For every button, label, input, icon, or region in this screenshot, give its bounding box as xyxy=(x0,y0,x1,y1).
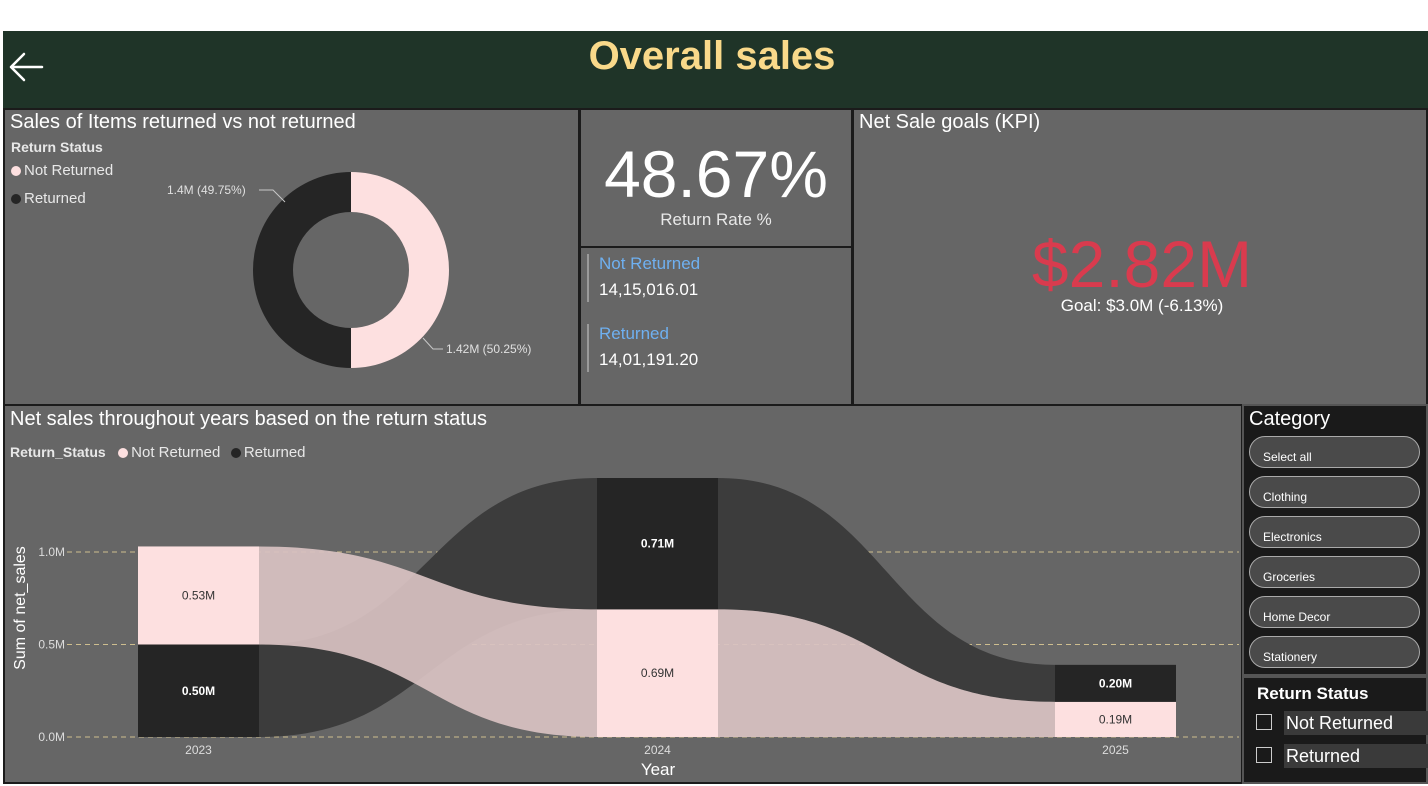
data-label: 0.69M xyxy=(641,666,674,680)
kpi-title: Net Sale goals (KPI) xyxy=(859,111,1041,133)
card-label-returned: Returned xyxy=(599,324,669,343)
donut-panel: Sales of Items returned vs not returned … xyxy=(3,108,580,406)
checkbox[interactable] xyxy=(1256,714,1272,730)
return-rate-card: 48.67% Return Rate % xyxy=(579,108,853,248)
kpi-panel: Net Sale goals (KPI) $2.82M Goal: $3.0M … xyxy=(852,108,1428,406)
data-label: 0.50M xyxy=(182,684,215,698)
category-option-clothing[interactable]: Clothing xyxy=(1249,476,1420,508)
donut-chart[interactable] xyxy=(5,110,578,404)
data-label: 0.19M xyxy=(1099,712,1132,726)
leader-line-returned xyxy=(259,189,286,203)
category-option-select-all[interactable]: Select all xyxy=(1249,436,1420,468)
return-status-slicer: Return Status Not Returned Returned xyxy=(1242,676,1428,784)
category-option-home-decor[interactable]: Home Decor xyxy=(1249,596,1420,628)
ribbon-panel: Net sales throughout years based on the … xyxy=(3,404,1243,784)
x-tick-label: 2024 xyxy=(644,743,671,757)
donut-slice-returned xyxy=(253,172,351,368)
y-tick-label: 0.0M xyxy=(38,730,65,744)
category-option-stationery[interactable]: Stationery xyxy=(1249,636,1420,668)
card-value-returned: 14,01,191.20 xyxy=(599,350,699,369)
checkbox[interactable] xyxy=(1256,747,1272,763)
donut-slice-not-returned xyxy=(351,172,449,368)
kpi-value: $2.82M xyxy=(1031,227,1253,301)
category-option-groceries[interactable]: Groceries xyxy=(1249,556,1420,588)
card-label-not-returned: Not Returned xyxy=(599,254,701,273)
leader-line-not-returned xyxy=(422,337,443,350)
card-accent-bar xyxy=(587,324,589,372)
x-tick-label: 2025 xyxy=(1102,743,1129,757)
return-rate-value: 48.67% xyxy=(604,137,828,211)
ribbon-chart[interactable]: 0.0M 0.5M 1.0M 0.50M 0.53M 2023 0.69M 0.71M 2024… xyxy=(5,406,1241,782)
donut-label-returned: 1.4M (49.75%) xyxy=(167,183,246,197)
return-status-option-label: Returned xyxy=(1284,744,1428,768)
y-tick-label: 1.0M xyxy=(38,545,65,559)
y-tick-label: 0.5M xyxy=(38,638,65,652)
data-label: 0.53M xyxy=(182,588,215,602)
category-option-electronics[interactable]: Electronics xyxy=(1249,516,1420,548)
y-axis-title: Sum of net_sales xyxy=(12,546,29,670)
return-status-option-returned[interactable]: Returned xyxy=(1256,744,1428,768)
data-label: 0.20M xyxy=(1099,676,1132,690)
category-slicer: Category Select all Clothing Electronics… xyxy=(1242,404,1428,676)
data-label: 0.71M xyxy=(641,537,674,551)
donut-label-not-returned: 1.42M (50.25%) xyxy=(446,342,532,356)
card-value-not-returned: 14,15,016.01 xyxy=(599,280,699,299)
return-status-option-label: Not Returned xyxy=(1284,711,1428,735)
page-title: Overall sales xyxy=(588,34,836,78)
x-axis-title: Year xyxy=(641,760,676,779)
x-tick-label: 2023 xyxy=(185,743,212,757)
multi-row-card: Not Returned 14,15,016.01 Returned 14,01… xyxy=(579,246,853,406)
return-rate-caption: Return Rate % xyxy=(660,210,772,229)
category-slicer-title: Category xyxy=(1249,408,1331,430)
header-bar: Overall sales xyxy=(3,31,1428,108)
return-status-slicer-title: Return Status xyxy=(1257,684,1369,703)
return-status-option-not-returned[interactable]: Not Returned xyxy=(1256,711,1428,735)
card-accent-bar xyxy=(587,254,589,302)
kpi-goal: Goal: $3.0M (-6.13%) xyxy=(1060,296,1224,315)
